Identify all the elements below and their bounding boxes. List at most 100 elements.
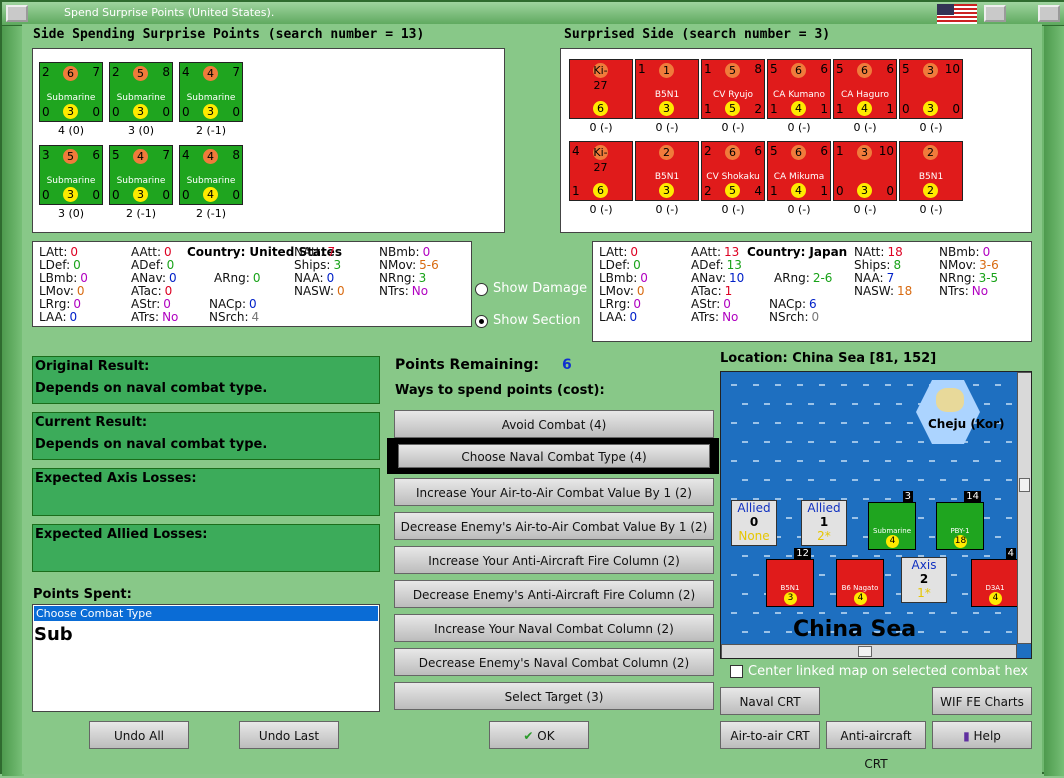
counter-strength-label: 0 (-)	[853, 121, 877, 134]
close-button[interactable]	[1038, 5, 1060, 22]
air-to-air-crt-button[interactable]: Air-to-air CRT	[720, 721, 820, 749]
unit-counter[interactable]: 4 8 0 0 4 Submarine 4	[179, 145, 243, 205]
stat-value: 0	[636, 284, 645, 298]
map-unit-counter[interactable]: 14 PBY-1 18	[936, 491, 984, 550]
counter-strength-label: 0 (-)	[919, 121, 943, 134]
stat-item: NAtt: 7	[294, 245, 335, 259]
wave-mark	[764, 631, 770, 633]
spend-option-button[interactable]: Decrease Enemy's Anti-Aircraft Fire Colu…	[394, 580, 714, 608]
points-spent-list[interactable]: Choose Combat Type Sub	[32, 604, 380, 712]
stat-item: ADef: 13	[691, 258, 742, 272]
map-unit-counter[interactable]: 4 D3A1 4	[971, 548, 1019, 607]
map-view[interactable]: Cheju (Kor) Allied 0 None Allied 1 2* Axis 2 1* …	[720, 371, 1032, 659]
undo-all-button[interactable]: Undo All	[89, 721, 189, 749]
center-map-checkbox[interactable]	[730, 665, 743, 678]
current-result-title: Current Result:	[35, 415, 148, 430]
unit-counter[interactable]: 5 7 0 0 4 Submarine 3	[109, 145, 173, 205]
map-side-info-box[interactable]: Allied 1 2*	[801, 500, 847, 546]
spend-option-button[interactable]: Choose Naval Combat Type (4)	[398, 444, 710, 468]
unit-counter[interactable]: 2 8 0 0 5 Submarine 3	[109, 62, 173, 122]
counter-unit-type: B5N1	[654, 90, 680, 100]
unit-counter[interactable]: 1 1 B5N1 3	[635, 59, 699, 119]
unit-counter[interactable]: 5 10 0 0 3 3	[899, 59, 963, 119]
unit-counter[interactable]: 2 B5N1 3	[635, 141, 699, 201]
wave-mark	[973, 460, 979, 462]
stat-item: LMov: 0	[599, 284, 645, 298]
wave-mark	[940, 631, 946, 633]
unit-counter[interactable]: Ki-27 6	[569, 59, 633, 119]
spend-option-button[interactable]: Decrease Enemy's Air-to-Air Combat Value…	[394, 512, 714, 540]
stat-label: Ships:	[854, 258, 891, 272]
unit-counter[interactable]: 1 10 0 0 3 3	[833, 141, 897, 201]
wave-mark	[929, 460, 935, 462]
map-horizontal-scrollbar[interactable]	[721, 644, 1017, 658]
counter-top-right: 7	[92, 65, 100, 79]
wave-mark	[852, 441, 858, 443]
unit-counter[interactable]: 2 7 0 0 6 Submarine 3	[39, 62, 103, 122]
vscroll-thumb[interactable]	[1019, 478, 1030, 492]
spend-option-button[interactable]: Decrease Enemy's Naval Combat Column (2)	[394, 648, 714, 676]
help-button[interactable]: ▮ Help	[932, 721, 1032, 749]
stat-value: 18	[897, 284, 913, 298]
counter-bottom-right: 0	[232, 188, 240, 202]
wif-fe-charts-button[interactable]: WIF FE Charts	[932, 687, 1032, 715]
minimize-button[interactable]	[984, 5, 1006, 22]
show-section-radio[interactable]: Show Section	[475, 312, 595, 332]
counter-bottom-right: 0	[162, 105, 170, 119]
wave-mark	[896, 441, 902, 443]
spending-counters-pane[interactable]: 2 7 0 0 6 Submarine 3 4 (0) 2 8 0 0 5 Submarine 3 3 (0)…	[32, 48, 505, 233]
surprised-counters-pane[interactable]: Ki-27 6 0 (-) 1 1 B5N1 3 0 (-) 1 8 1 2 5 CV Ryujo 5 0 (…	[560, 48, 1032, 233]
stack-count-badge: 14	[964, 491, 981, 502]
current-result-box: Current Result: Depends on naval combat …	[32, 412, 380, 460]
stat-label: ANav:	[131, 271, 167, 285]
counter-strength-label: 2 (-1)	[195, 124, 227, 137]
stat-label: NTrs:	[939, 284, 969, 298]
map-vertical-scrollbar[interactable]	[1017, 372, 1031, 644]
map-unit-counter[interactable]: 12 B5N1 3	[766, 548, 814, 607]
map-counter-type: D3A1	[985, 584, 1005, 592]
wave-mark	[808, 479, 814, 481]
wave-mark	[753, 384, 759, 386]
wave-mark	[753, 574, 759, 576]
stat-label: NAtt:	[294, 245, 325, 259]
counter-bottom-value: 2	[923, 183, 938, 198]
unit-counter[interactable]: 2 B5N1 2	[899, 141, 963, 201]
counter-bottom-value: 3	[133, 187, 148, 202]
wave-mark	[984, 631, 990, 633]
unit-counter[interactable]: 5 6 1 1 6 CA Haguro 4	[833, 59, 897, 119]
points-spent-selected-item[interactable]: Choose Combat Type	[34, 606, 378, 621]
counter-bottom-value: 3	[63, 187, 78, 202]
unit-counter[interactable]: 5 6 1 1 6 CA Mikuma 4	[767, 141, 831, 201]
anti-aircraft-crt-button[interactable]: Anti-aircraft CRT	[826, 721, 926, 771]
unit-counter[interactable]: 4 7 0 0 4 Submarine 3	[179, 62, 243, 122]
unit-counter[interactable]: 2 6 2 4 6 CV Shokaku 5	[701, 141, 765, 201]
show-damage-radio[interactable]: Show Damage	[475, 280, 595, 300]
unit-counter[interactable]: 3 6 0 0 5 Submarine 3	[39, 145, 103, 205]
hscroll-thumb[interactable]	[858, 646, 872, 657]
stat-label: ADef:	[131, 258, 164, 272]
spend-option-button[interactable]: Increase Your Air-to-Air Combat Value By…	[394, 478, 714, 506]
map-side-info-box[interactable]: Allied 0 None	[731, 500, 777, 546]
info-value: 0	[749, 515, 759, 529]
map-unit-counter[interactable]: B6 Nagato 4	[836, 559, 884, 607]
stat-value: 0	[164, 284, 173, 298]
stat-value: No	[971, 284, 989, 298]
spend-option-button[interactable]: Avoid Combat (4)	[394, 410, 714, 438]
spend-option-button[interactable]: Increase Your Anti-Aircraft Fire Column …	[394, 546, 714, 574]
unit-counter[interactable]: 5 6 1 1 6 CA Kumano 4	[767, 59, 831, 119]
counter-unit-type: B5N1	[654, 172, 680, 182]
unit-counter[interactable]: 1 8 1 2 5 CV Ryujo 5	[701, 59, 765, 119]
counter-bottom-left: 0	[182, 188, 190, 202]
unit-counter[interactable]: 4 1 Ki-27 6	[569, 141, 633, 201]
naval-crt-button[interactable]: Naval CRT	[720, 687, 820, 715]
system-menu-button[interactable]	[6, 5, 28, 22]
map-side-info-box[interactable]: Axis 2 1*	[901, 557, 947, 603]
spend-option-button[interactable]: Select Target (3)	[394, 682, 714, 710]
counter-bottom-value: 4	[791, 183, 806, 198]
map-unit-counter[interactable]: 3 Submarine 4	[868, 491, 916, 550]
ok-button[interactable]: ✔ OK	[489, 721, 589, 749]
island-label: Cheju (Kor)	[928, 417, 1005, 431]
spend-option-button[interactable]: Increase Your Naval Combat Column (2)	[394, 614, 714, 642]
wave-mark	[786, 631, 792, 633]
undo-last-button[interactable]: Undo Last	[239, 721, 339, 749]
